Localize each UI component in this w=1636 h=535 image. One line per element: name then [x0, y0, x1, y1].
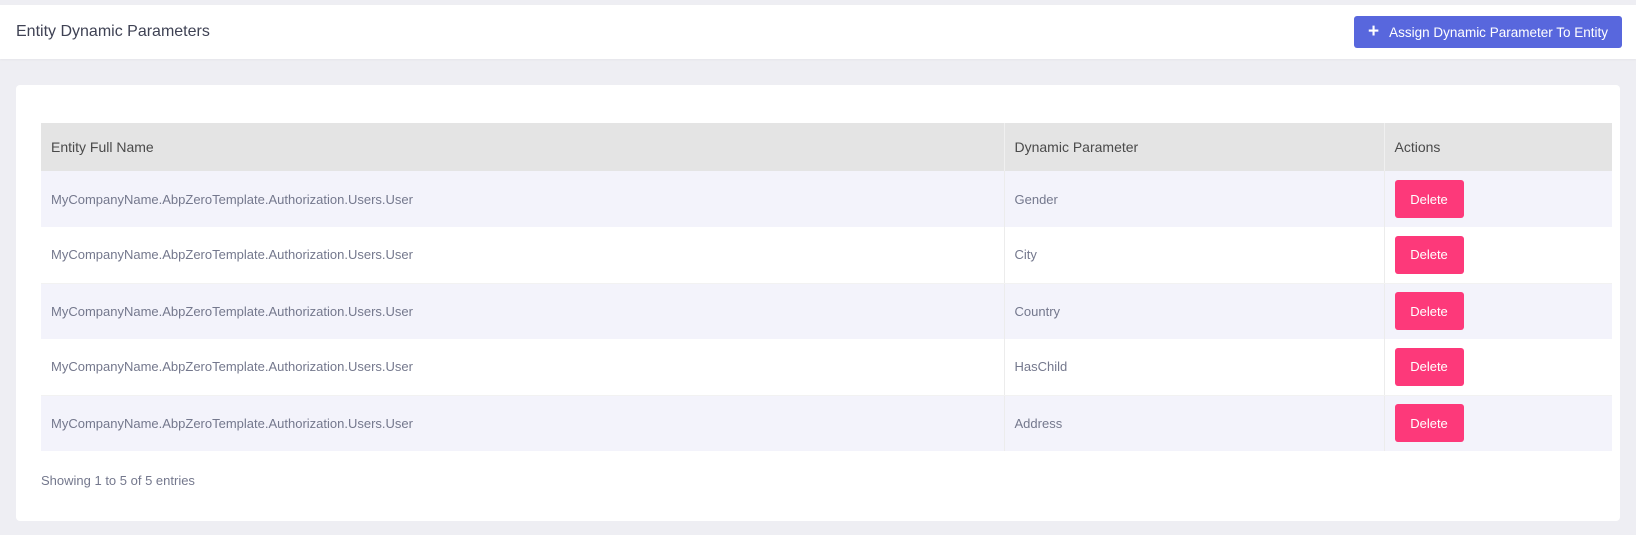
table-info-text: Showing 1 to 5 of 5 entries — [41, 473, 195, 488]
page-title: Entity Dynamic Parameters — [16, 23, 210, 40]
table-row: MyCompanyName.AbpZeroTemplate.Authorizat… — [41, 339, 1612, 396]
delete-button[interactable]: Delete — [1394, 347, 1464, 386]
entity-full-name-cell: MyCompanyName.AbpZeroTemplate.Authorizat… — [41, 395, 1005, 451]
column-header-actions: Actions — [1384, 123, 1612, 171]
assign-dynamic-parameter-button[interactable]: + Assign Dynamic Parameter To Entity — [1354, 16, 1622, 48]
dynamic-parameter-cell: Country — [1004, 283, 1385, 339]
table-header-row: Entity Full Name Dynamic Parameter Actio… — [41, 123, 1612, 171]
dynamic-parameter-cell: HasChild — [1004, 339, 1385, 396]
actions-cell: Delete — [1384, 227, 1612, 284]
delete-button[interactable]: Delete — [1394, 235, 1464, 274]
entity-full-name-cell: MyCompanyName.AbpZeroTemplate.Authorizat… — [41, 339, 1005, 396]
subheader: Entity Dynamic Parameters + Assign Dynam… — [0, 5, 1636, 59]
table-row: MyCompanyName.AbpZeroTemplate.Authorizat… — [41, 171, 1612, 227]
column-header-dynamic-parameter[interactable]: Dynamic Parameter — [1004, 123, 1385, 171]
plus-icon: + — [1368, 20, 1380, 42]
actions-cell: Delete — [1384, 171, 1612, 227]
entity-full-name-cell: MyCompanyName.AbpZeroTemplate.Authorizat… — [41, 283, 1005, 339]
entity-parameters-table: Entity Full Name Dynamic Parameter Actio… — [41, 123, 1612, 451]
entity-full-name-cell: MyCompanyName.AbpZeroTemplate.Authorizat… — [41, 227, 1005, 284]
dynamic-parameter-cell: City — [1004, 227, 1385, 284]
delete-button[interactable]: Delete — [1394, 180, 1464, 218]
content-card: Entity Full Name Dynamic Parameter Actio… — [16, 85, 1620, 521]
table-row: MyCompanyName.AbpZeroTemplate.Authorizat… — [41, 395, 1612, 451]
dynamic-parameter-cell: Gender — [1004, 171, 1385, 227]
actions-cell: Delete — [1384, 395, 1612, 451]
entity-full-name-cell: MyCompanyName.AbpZeroTemplate.Authorizat… — [41, 171, 1005, 227]
delete-button[interactable]: Delete — [1394, 292, 1464, 331]
dynamic-parameter-cell: Address — [1004, 395, 1385, 451]
column-header-entity-full-name[interactable]: Entity Full Name — [41, 123, 1005, 171]
table-row: MyCompanyName.AbpZeroTemplate.Authorizat… — [41, 283, 1612, 339]
assign-button-label: Assign Dynamic Parameter To Entity — [1389, 24, 1608, 40]
table-row: MyCompanyName.AbpZeroTemplate.Authorizat… — [41, 227, 1612, 284]
actions-cell: Delete — [1384, 339, 1612, 396]
delete-button[interactable]: Delete — [1394, 404, 1464, 443]
actions-cell: Delete — [1384, 283, 1612, 339]
